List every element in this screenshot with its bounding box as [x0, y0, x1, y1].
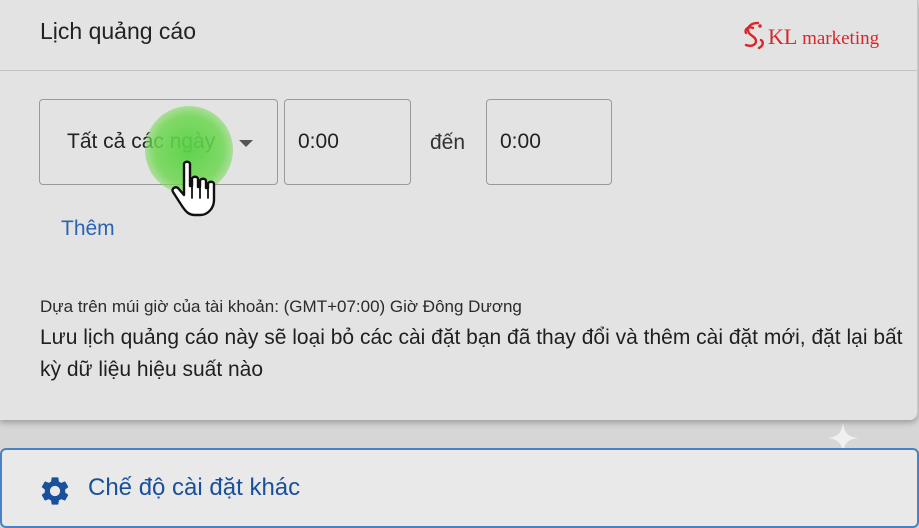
end-time-field[interactable]: 0:00 [486, 99, 612, 185]
add-schedule-link[interactable]: Thêm [61, 217, 115, 241]
to-label: đến [430, 131, 466, 154]
dropdown-arrow-icon [239, 140, 253, 147]
other-settings-label: Chế độ cài đặt khác [88, 474, 301, 501]
hand-cursor-icon [171, 160, 216, 217]
other-settings-section[interactable]: Chế độ cài đặt khác [0, 448, 919, 528]
logo-text: KL marketing [768, 24, 879, 50]
card-title: Lịch quảng cáo [40, 18, 197, 44]
kl-marketing-logo: KL marketing [740, 20, 879, 54]
gear-icon [41, 477, 69, 505]
schedule-warning-text: Lưu lịch quảng cáo này sẽ loại bỏ các cà… [40, 326, 903, 381]
start-time-value: 0:00 [298, 130, 339, 153]
timezone-note: Dựa trên múi giờ của tài khoản: (GMT+07:… [40, 297, 522, 316]
card-header: Lịch quảng cáo KL marketing [0, 0, 917, 71]
logo-kl: KL [768, 24, 798, 49]
start-time-field[interactable]: 0:00 [284, 99, 411, 185]
logo-marketing: marketing [802, 28, 880, 49]
ad-schedule-card: Lịch quảng cáo KL marketing Tất cả các n… [0, 0, 918, 420]
end-time-value: 0:00 [500, 130, 541, 153]
logo-mark-icon [744, 21, 764, 50]
